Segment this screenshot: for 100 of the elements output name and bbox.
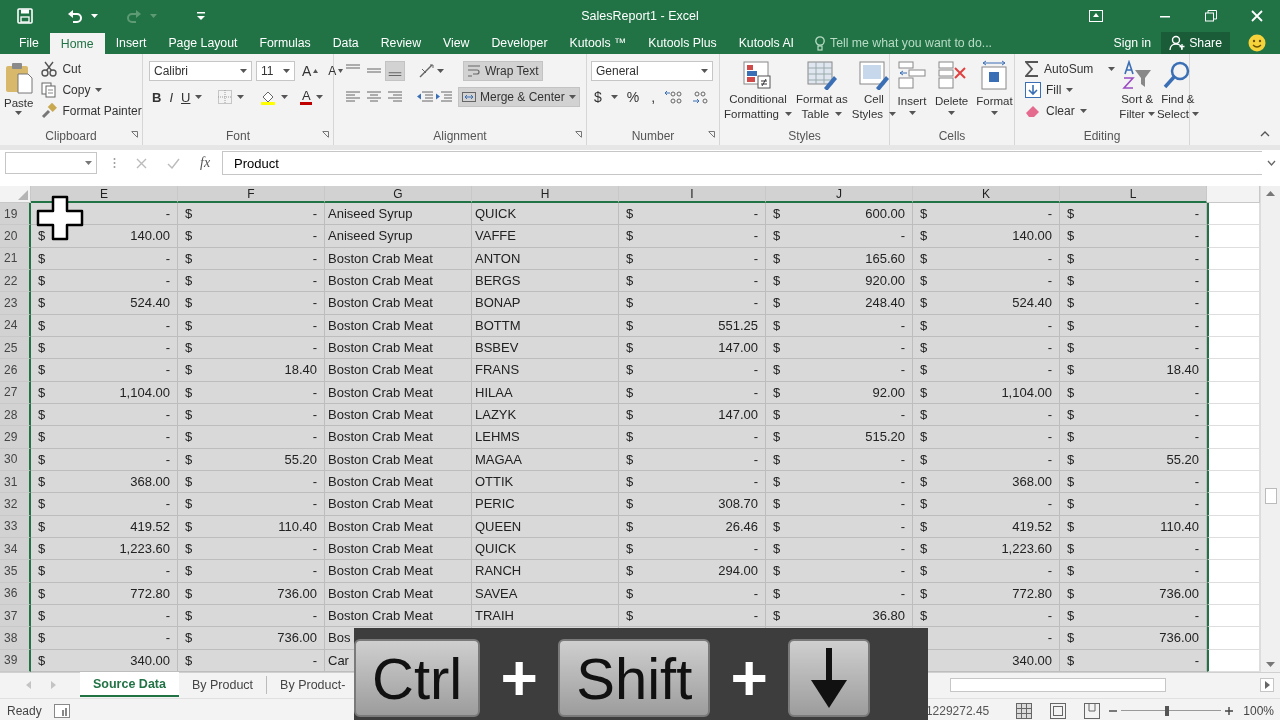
caret-icon[interactable] (1079, 108, 1087, 113)
column-header[interactable]: K (913, 186, 1060, 203)
slider-thumb[interactable] (1165, 705, 1170, 716)
column-header[interactable]: G (325, 186, 472, 203)
ribbon-tab[interactable]: Page Layout (157, 32, 249, 54)
row-header[interactable]: 29 (0, 426, 31, 449)
sheet-tab[interactable]: Source Data (80, 672, 179, 697)
dialog-launcher-icon[interactable] (322, 131, 329, 138)
caret-icon[interactable] (95, 87, 103, 92)
scrollbar-thumb[interactable] (1265, 488, 1277, 504)
tell-me-field[interactable]: Tell me what you want to do... (815, 32, 992, 54)
sheet-tab[interactable]: By Product (178, 673, 267, 696)
ribbon-tab[interactable]: Kutools ™ (558, 32, 638, 54)
row-header[interactable]: 24 (0, 314, 31, 337)
caret-icon[interactable] (948, 111, 956, 115)
expand-icon[interactable] (1266, 160, 1276, 166)
sign-in-link[interactable]: Sign in (1107, 36, 1158, 50)
font-color-button[interactable]: A (298, 89, 315, 105)
fill-color-icon[interactable] (260, 89, 277, 105)
dialog-launcher-icon[interactable] (708, 131, 715, 138)
caret-icon[interactable] (784, 111, 792, 116)
page-break-view-icon[interactable] (1084, 702, 1101, 719)
column-header[interactable]: H (472, 186, 619, 203)
caret-icon[interactable] (835, 111, 843, 116)
grow-font-button[interactable]: A (299, 61, 322, 81)
row-header[interactable]: 28 (0, 403, 31, 427)
page-layout-view-icon[interactable] (1050, 702, 1067, 719)
horizontal-scrollbar[interactable] (950, 678, 1166, 692)
row-header[interactable]: 31 (0, 470, 31, 494)
underline-button[interactable]: U (178, 87, 194, 107)
insert-function-button[interactable]: fx (200, 155, 211, 171)
collapse-ribbon-icon[interactable] (1260, 131, 1270, 137)
clear-button[interactable]: Clear (1022, 100, 1119, 121)
format-button[interactable]: Format (975, 58, 1014, 117)
caret-icon[interactable] (283, 69, 290, 73)
row-header[interactable]: 20 (0, 225, 31, 248)
conditional-formatting-button[interactable]: Conditional Formatting (723, 58, 793, 124)
caret-icon[interactable] (15, 111, 23, 115)
autosum-button[interactable]: AutoSum (1022, 58, 1119, 79)
caret-icon[interactable] (1147, 111, 1155, 116)
find-select-button[interactable]: Find & Select (1155, 58, 1200, 124)
ribbon-display-icon[interactable] (1089, 10, 1103, 22)
delete-button[interactable]: Delete (934, 58, 970, 117)
scroll-up-icon[interactable] (1266, 190, 1275, 196)
caret-icon[interactable] (889, 111, 897, 116)
zoom-slider[interactable] (1121, 705, 1222, 716)
increase-decimal-icon[interactable] (664, 89, 685, 105)
caret-icon[interactable] (990, 111, 998, 115)
ribbon-tab[interactable]: View (432, 32, 481, 54)
row-header[interactable]: 19 (0, 203, 31, 226)
font-name-dropdown[interactable]: Calibri (149, 61, 252, 81)
row-header[interactable]: 27 (0, 381, 31, 404)
ribbon-tab[interactable]: Insert (104, 32, 158, 54)
row-header[interactable]: 25 (0, 336, 31, 360)
caret-icon[interactable] (1108, 66, 1116, 71)
font-size-dropdown[interactable]: 11 (256, 61, 295, 81)
fill-button[interactable]: Fill (1022, 79, 1119, 100)
customize-icon[interactable] (197, 12, 205, 20)
row-header[interactable]: 35 (0, 560, 31, 583)
close-icon[interactable] (1251, 10, 1263, 22)
zoom-level[interactable]: 100% (1233, 703, 1280, 718)
undo-icon[interactable] (67, 9, 83, 23)
cell-styles-button[interactable]: Cell Styles (850, 58, 898, 124)
save-icon[interactable] (17, 8, 33, 24)
insert-button[interactable]: Insert (896, 58, 928, 117)
normal-view-icon[interactable] (1016, 702, 1033, 719)
orientation-icon[interactable] (418, 63, 436, 79)
scroll-right-icon[interactable] (1264, 681, 1270, 689)
currency-button[interactable]: $ (591, 87, 605, 107)
row-header[interactable]: 23 (0, 292, 31, 315)
caret-icon[interactable] (237, 95, 245, 99)
column-header[interactable]: F (178, 186, 325, 203)
column-header[interactable]: J (766, 186, 913, 203)
ribbon-tab[interactable]: File (8, 32, 50, 54)
caret-icon[interactable] (85, 161, 92, 165)
wrap-text-button[interactable]: Wrap Text (463, 61, 543, 81)
caret-icon[interactable] (281, 95, 289, 99)
comma-button[interactable]: , (648, 87, 659, 107)
increase-indent-icon[interactable] (435, 89, 453, 105)
column-header[interactable]: I (619, 186, 766, 203)
ribbon-tab[interactable]: Formulas (248, 32, 322, 54)
formula-input[interactable]: Product (222, 151, 1262, 175)
paste-button[interactable]: Paste (3, 60, 35, 117)
bottom-align-icon[interactable] (385, 61, 405, 81)
scroll-down-icon[interactable] (1266, 662, 1275, 668)
restore-icon[interactable] (1205, 10, 1217, 22)
dialog-launcher-icon[interactable] (131, 131, 138, 138)
caret-icon[interactable] (568, 95, 576, 99)
format-as-table-button[interactable]: Format as Table (794, 58, 849, 124)
ribbon-tab[interactable]: Kutools Plus (637, 32, 728, 54)
caret-icon[interactable] (701, 69, 708, 73)
caret-icon[interactable] (437, 69, 444, 73)
row-header[interactable]: 22 (0, 270, 31, 293)
row-header[interactable]: 21 (0, 247, 31, 270)
share-button[interactable]: Share (1161, 32, 1230, 54)
italic-button[interactable]: I (166, 87, 176, 107)
caret-icon[interactable] (908, 111, 916, 115)
caret-icon[interactable] (1066, 87, 1074, 92)
number-format-dropdown[interactable]: General (591, 61, 713, 81)
merge-center-button[interactable]: Merge & Center (458, 87, 580, 107)
